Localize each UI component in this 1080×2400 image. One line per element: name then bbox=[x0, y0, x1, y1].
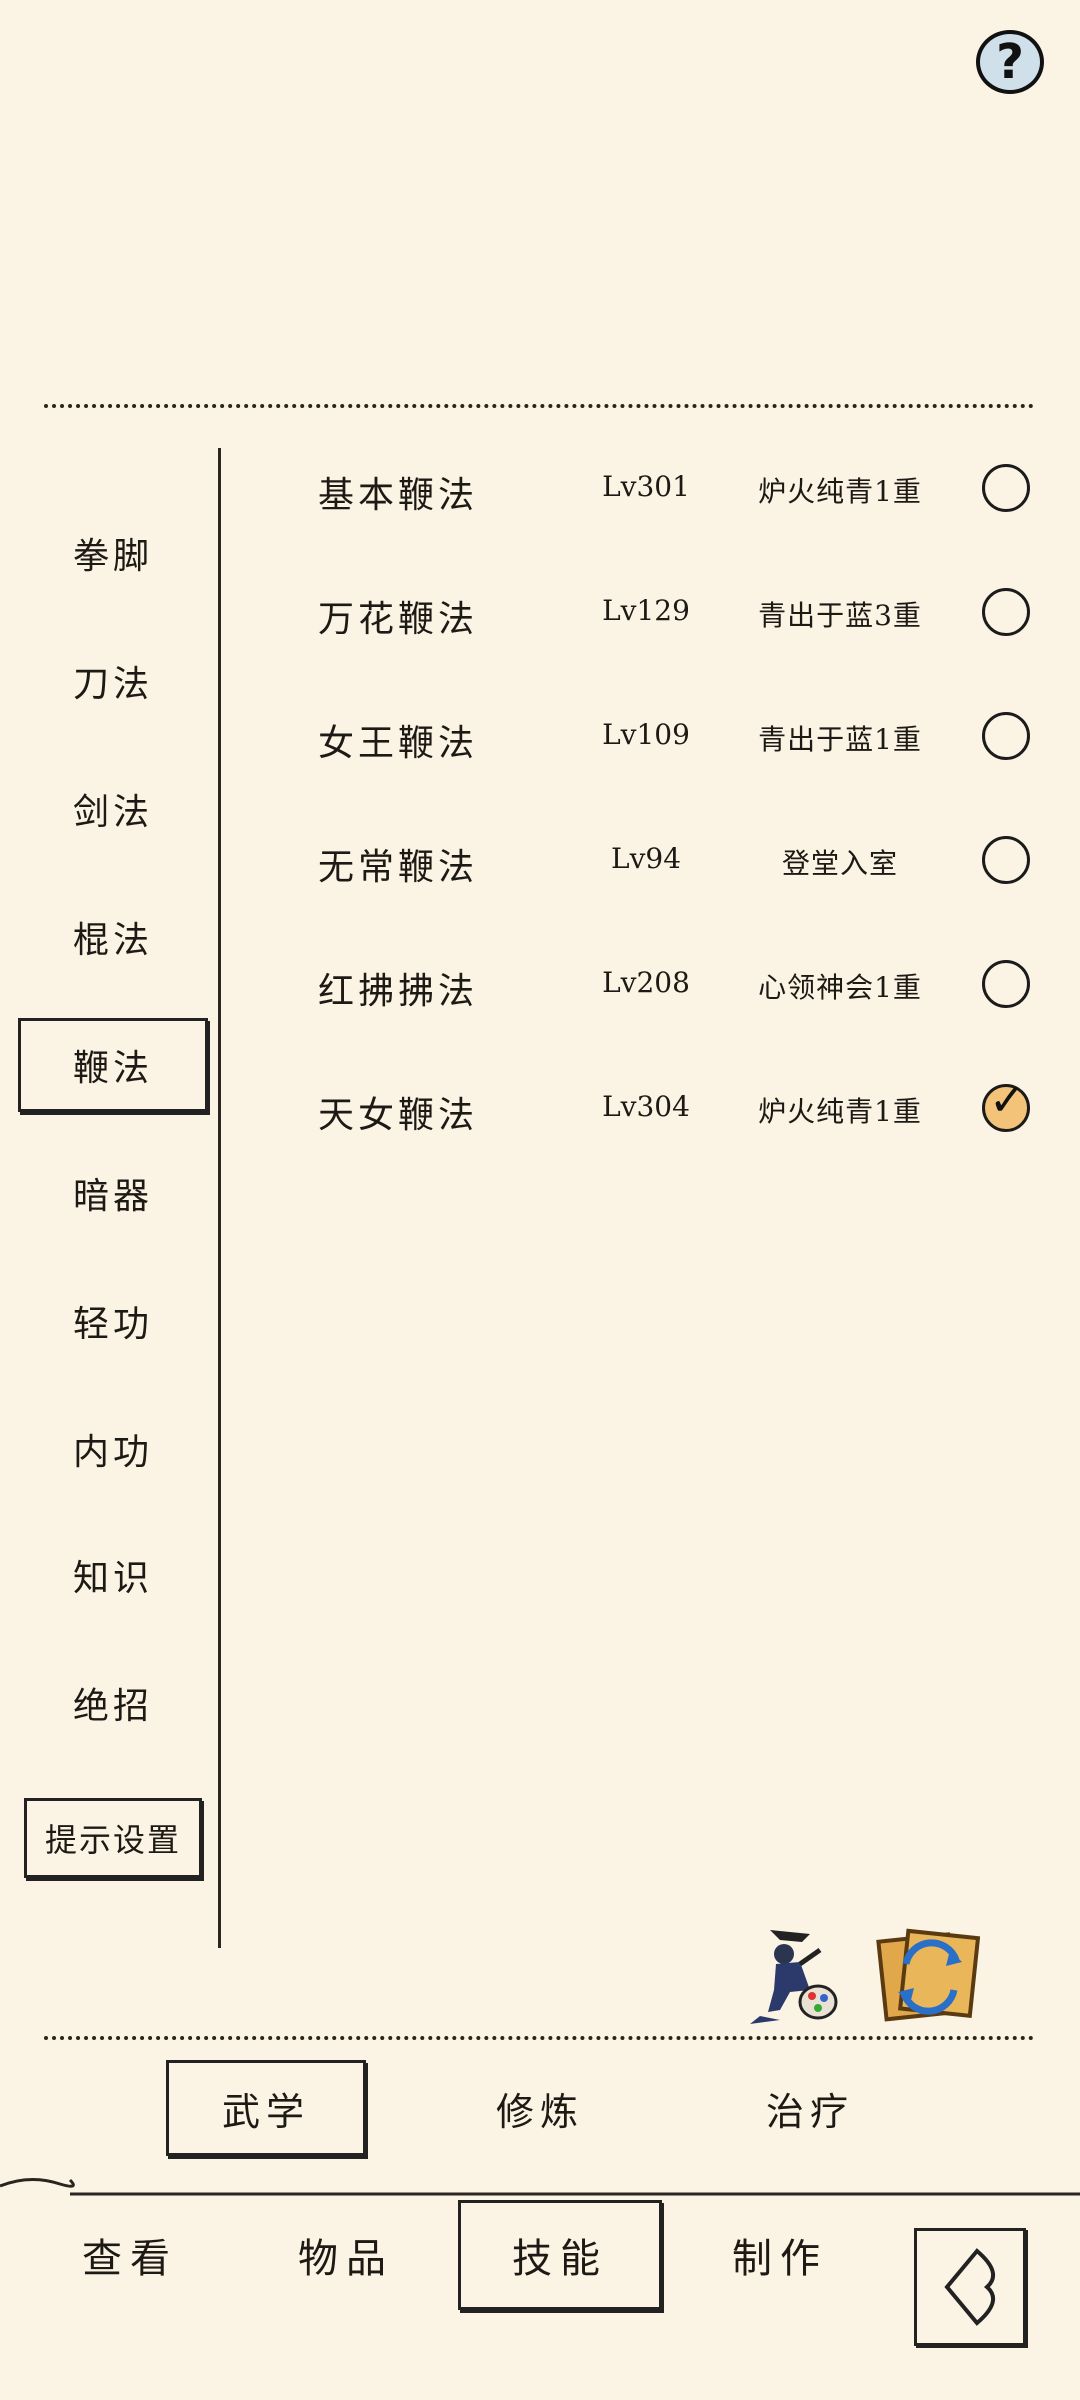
category-item-juezhao[interactable]: 绝招 bbox=[18, 1656, 208, 1750]
category-label: 轻功 bbox=[72, 1304, 153, 1345]
nav-tab-label: 查看 bbox=[82, 2236, 178, 2282]
skill-name: 红拂拂法 bbox=[318, 971, 479, 1012]
nav-tab-items[interactable]: 物品 bbox=[266, 2200, 426, 2310]
nav-tab-label: 物品 bbox=[298, 2236, 394, 2282]
skill-level: Lv301 bbox=[602, 470, 690, 503]
subtab-wuxue[interactable]: 武学 bbox=[166, 2060, 366, 2156]
check-icon: ✓ bbox=[989, 1075, 1026, 1126]
category-item-qinggong[interactable]: 轻功 bbox=[18, 1274, 208, 1368]
subtab-xiulian[interactable]: 修炼 bbox=[440, 2060, 640, 2156]
subtab-zhiliao[interactable]: 治疗 bbox=[710, 2060, 910, 2156]
skill-stage: 青出于蓝3重 bbox=[758, 599, 922, 632]
category-item-anqi[interactable]: 暗器 bbox=[18, 1146, 208, 1240]
skill-level: Lv208 bbox=[602, 966, 690, 999]
nav-tab-craft[interactable]: 制作 bbox=[700, 2200, 860, 2310]
nav-tab-skills[interactable]: 技能 bbox=[458, 2200, 662, 2310]
decorative-brush-line bbox=[0, 2170, 1080, 2200]
skill-row[interactable]: 无常鞭法 Lv94 登堂入室 bbox=[0, 824, 1080, 904]
back-button[interactable] bbox=[914, 2228, 1026, 2346]
skill-name: 基本鞭法 bbox=[318, 475, 479, 516]
sidebar-divider bbox=[218, 448, 221, 1948]
top-divider bbox=[44, 404, 1034, 408]
category-item-zhishi[interactable]: 知识 bbox=[18, 1528, 208, 1622]
skill-select-radio[interactable]: ✓ bbox=[982, 1075, 1030, 1132]
category-item-neigong[interactable]: 内功 bbox=[18, 1402, 208, 1496]
scroll-swap-icon[interactable] bbox=[876, 1924, 981, 2024]
subtab-label: 治疗 bbox=[765, 2089, 854, 2134]
back-icon bbox=[944, 2248, 996, 2326]
category-label: 暗器 bbox=[72, 1176, 153, 1217]
skill-stage: 登堂入室 bbox=[781, 847, 898, 880]
skill-stage: 青出于蓝1重 bbox=[758, 723, 922, 756]
skill-select-radio[interactable] bbox=[982, 960, 1030, 1008]
skill-row[interactable]: 天女鞭法 Lv304 炉火纯青1重 ✓ bbox=[0, 1072, 1080, 1152]
skill-row[interactable]: 女王鞭法 Lv109 青出于蓝1重 bbox=[0, 700, 1080, 780]
skill-row[interactable]: 基本鞭法 Lv301 炉火纯青1重 bbox=[0, 452, 1080, 532]
skill-stage: 心领神会1重 bbox=[758, 971, 922, 1004]
help-label: ? bbox=[996, 34, 1024, 90]
nav-tab-label: 技能 bbox=[512, 2236, 608, 2282]
skill-select-radio[interactable] bbox=[982, 836, 1030, 884]
skill-name: 无常鞭法 bbox=[318, 847, 479, 888]
skill-level: Lv94 bbox=[610, 842, 682, 875]
skill-name: 天女鞭法 bbox=[318, 1095, 479, 1136]
nav-tab-label: 制作 bbox=[732, 2236, 828, 2282]
subtab-label: 修炼 bbox=[495, 2089, 584, 2134]
skill-select-radio[interactable] bbox=[982, 588, 1030, 636]
skill-stage: 炉火纯青1重 bbox=[758, 475, 922, 508]
category-label: 内功 bbox=[72, 1432, 153, 1473]
category-label: 知识 bbox=[72, 1558, 153, 1599]
skill-name: 万花鞭法 bbox=[318, 599, 479, 640]
skill-name: 女王鞭法 bbox=[318, 723, 479, 764]
hint-settings-button[interactable]: 提示设置 bbox=[24, 1798, 202, 1878]
skill-select-radio[interactable] bbox=[982, 712, 1030, 760]
ninja-palette-icon[interactable] bbox=[740, 1920, 840, 2030]
skill-level: Lv304 bbox=[602, 1090, 690, 1123]
category-label: 拳脚 bbox=[72, 536, 153, 577]
skill-row[interactable]: 红拂拂法 Lv208 心领神会1重 bbox=[0, 948, 1080, 1028]
bottom-divider bbox=[44, 2036, 1034, 2040]
skill-select-radio[interactable] bbox=[982, 464, 1030, 512]
subtab-label: 武学 bbox=[221, 2089, 310, 2134]
hint-settings-label: 提示设置 bbox=[44, 1821, 181, 1859]
skill-row[interactable]: 万花鞭法 Lv129 青出于蓝3重 bbox=[0, 576, 1080, 656]
help-button[interactable]: ? bbox=[976, 30, 1044, 94]
category-label: 绝招 bbox=[72, 1686, 153, 1727]
nav-tab-view[interactable]: 查看 bbox=[50, 2200, 210, 2310]
skill-stage: 炉火纯青1重 bbox=[758, 1095, 922, 1128]
skill-level: Lv109 bbox=[602, 718, 690, 751]
skill-level: Lv129 bbox=[602, 594, 690, 627]
